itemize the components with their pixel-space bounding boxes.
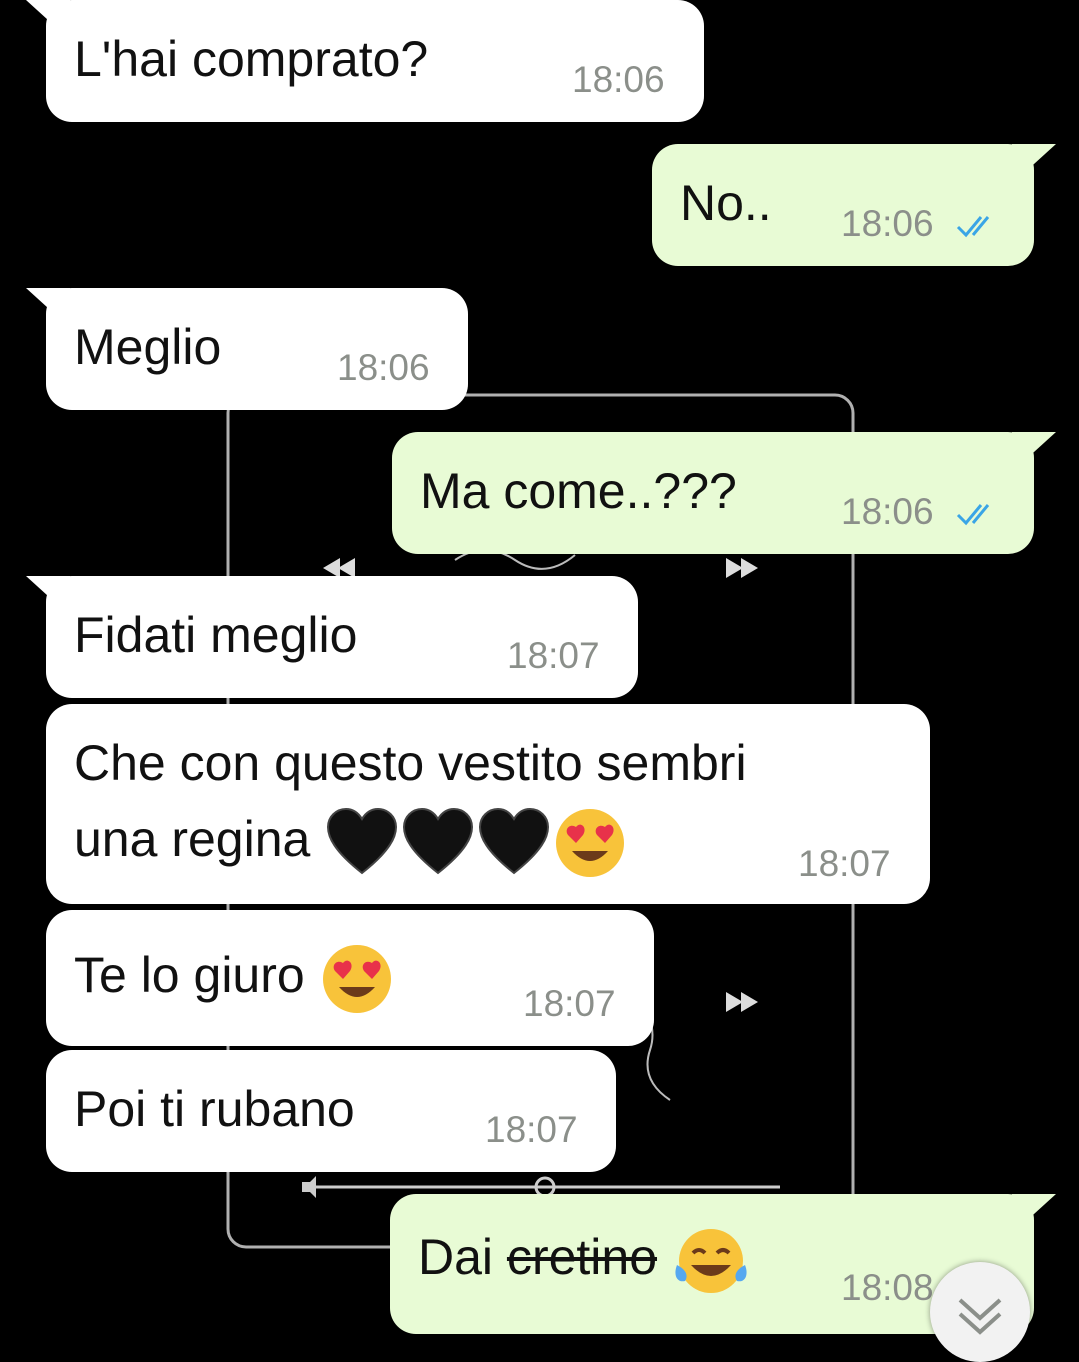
message-time: 18:06 <box>841 203 934 244</box>
incoming-message[interactable]: Poi ti rubano 18:07 <box>46 1050 616 1172</box>
black-heart-icon <box>327 807 398 875</box>
scroll-down-chevron-icon <box>958 1298 1002 1335</box>
bubble-tail <box>26 288 70 328</box>
message-text: Te lo giuro <box>74 947 305 1003</box>
heart-eyes-emoji-icon <box>322 944 391 1013</box>
incoming-message[interactable]: Che con questo vestito sembri una regina… <box>46 704 930 904</box>
message-text: Fidati meglio <box>74 607 358 663</box>
message-time: 18:06 <box>337 347 430 388</box>
message-text-line: Dai cretino <box>418 1220 751 1299</box>
scroll-down-button[interactable] <box>930 1262 1030 1362</box>
message-text: Ma come..??? <box>420 463 737 519</box>
outgoing-message[interactable]: No.. 18:06 <box>652 144 1056 266</box>
strikethrough-text: cretino <box>506 1229 658 1285</box>
heart-eyes-emoji-icon <box>556 808 625 877</box>
message-text: Poi ti rubano <box>74 1081 355 1137</box>
message-text-line: Te lo giuro <box>74 938 395 1017</box>
message-text: Dai <box>418 1229 494 1285</box>
message-text: L'hai comprato? <box>74 31 429 87</box>
message-text: No.. <box>680 175 772 231</box>
double-check-icon <box>956 216 990 238</box>
message-text: una regina <box>74 811 311 867</box>
bubble-tail <box>1012 432 1056 472</box>
double-check-icon <box>956 504 990 526</box>
message-time: 18:07 <box>485 1109 578 1150</box>
message-time: 18:07 <box>523 983 616 1024</box>
message-time: 18:06 <box>572 59 665 100</box>
black-heart-icon <box>479 807 550 875</box>
message-time: 18:07 <box>507 635 600 676</box>
message-time: 18:07 <box>798 843 891 884</box>
bubble-tail <box>26 0 70 40</box>
bubble-tail <box>1012 144 1056 184</box>
message-time: 18:08 <box>841 1267 934 1308</box>
outgoing-message[interactable]: Ma come..??? 18:06 <box>392 432 1056 554</box>
bubble-tail <box>26 576 70 616</box>
incoming-message[interactable]: Fidati meglio 18:07 <box>26 576 638 698</box>
incoming-message[interactable]: Te lo giuro 18:07 <box>46 910 654 1046</box>
incoming-message[interactable]: Meglio 18:06 <box>26 288 468 410</box>
message-text-line1: Che con questo vestito sembri <box>74 735 747 791</box>
black-heart-icon <box>403 807 474 875</box>
bubble-tail <box>1012 1194 1056 1234</box>
tears-of-joy-emoji-icon <box>675 1228 747 1293</box>
message-text: Meglio <box>74 319 222 375</box>
incoming-message[interactable]: L'hai comprato? 18:06 <box>26 0 704 122</box>
message-time: 18:06 <box>841 491 934 532</box>
message-text-line2: una regina <box>74 802 628 881</box>
